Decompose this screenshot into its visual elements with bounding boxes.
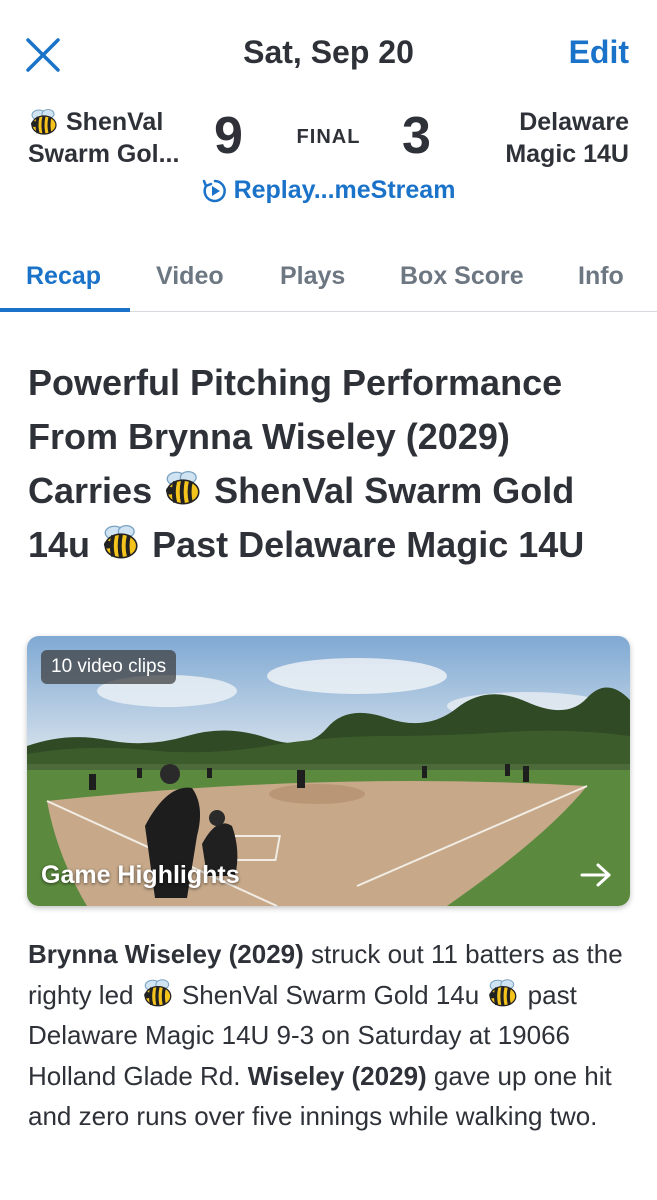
active-tab-indicator: [0, 308, 130, 312]
bee-icon: [166, 470, 200, 505]
recap-summary: Brynna Wiseley (2029) struck out 11 batt…: [28, 934, 638, 1137]
away-team-name-line2: Magic 14U: [505, 140, 629, 168]
tab-recap[interactable]: Recap: [26, 262, 101, 291]
game-highlights-card[interactable]: 10 video clips Game Highlights: [27, 636, 630, 906]
arrow-right-icon: [580, 863, 611, 887]
bee-icon: [143, 978, 172, 1006]
video-clips-badge: 10 video clips: [41, 650, 177, 684]
tab-video[interactable]: Video: [156, 262, 224, 291]
scoreboard: ShenVal Swarm Gol... 9 FINAL 3 Delaware …: [0, 100, 657, 220]
away-team[interactable]: Delaware Magic 14U: [505, 106, 629, 170]
page-title: Sat, Sep 20: [243, 34, 414, 70]
headline-part3: Past Delaware Magic 14U: [152, 524, 585, 565]
tab-plays[interactable]: Plays: [280, 262, 345, 291]
bee-icon: [489, 978, 517, 1006]
recap-headline: Powerful Pitching Performance From Brynn…: [28, 356, 638, 572]
tab-bar: Recap Video Plays Box Score Info: [0, 248, 657, 312]
away-team-name-line1: Delaware: [519, 108, 629, 136]
edit-button[interactable]: Edit: [569, 34, 629, 71]
summary-team: ShenVal Swarm Gold 14u: [174, 979, 487, 1010]
bee-icon: [104, 524, 138, 559]
tab-info[interactable]: Info: [578, 262, 624, 291]
video-card-title: Game Highlights: [41, 861, 240, 889]
player-name: Brynna Wiseley (2029): [28, 939, 304, 969]
replay-link[interactable]: Replay...meStream: [0, 176, 657, 205]
player-short-name: Wiseley (2029): [247, 1060, 427, 1091]
replay-icon: [202, 179, 226, 202]
top-bar: Sat, Sep 20 Edit: [0, 0, 657, 110]
tab-box-score[interactable]: Box Score: [400, 262, 524, 291]
away-score: 3: [402, 107, 431, 165]
replay-label: Replay...meStream: [233, 176, 456, 204]
